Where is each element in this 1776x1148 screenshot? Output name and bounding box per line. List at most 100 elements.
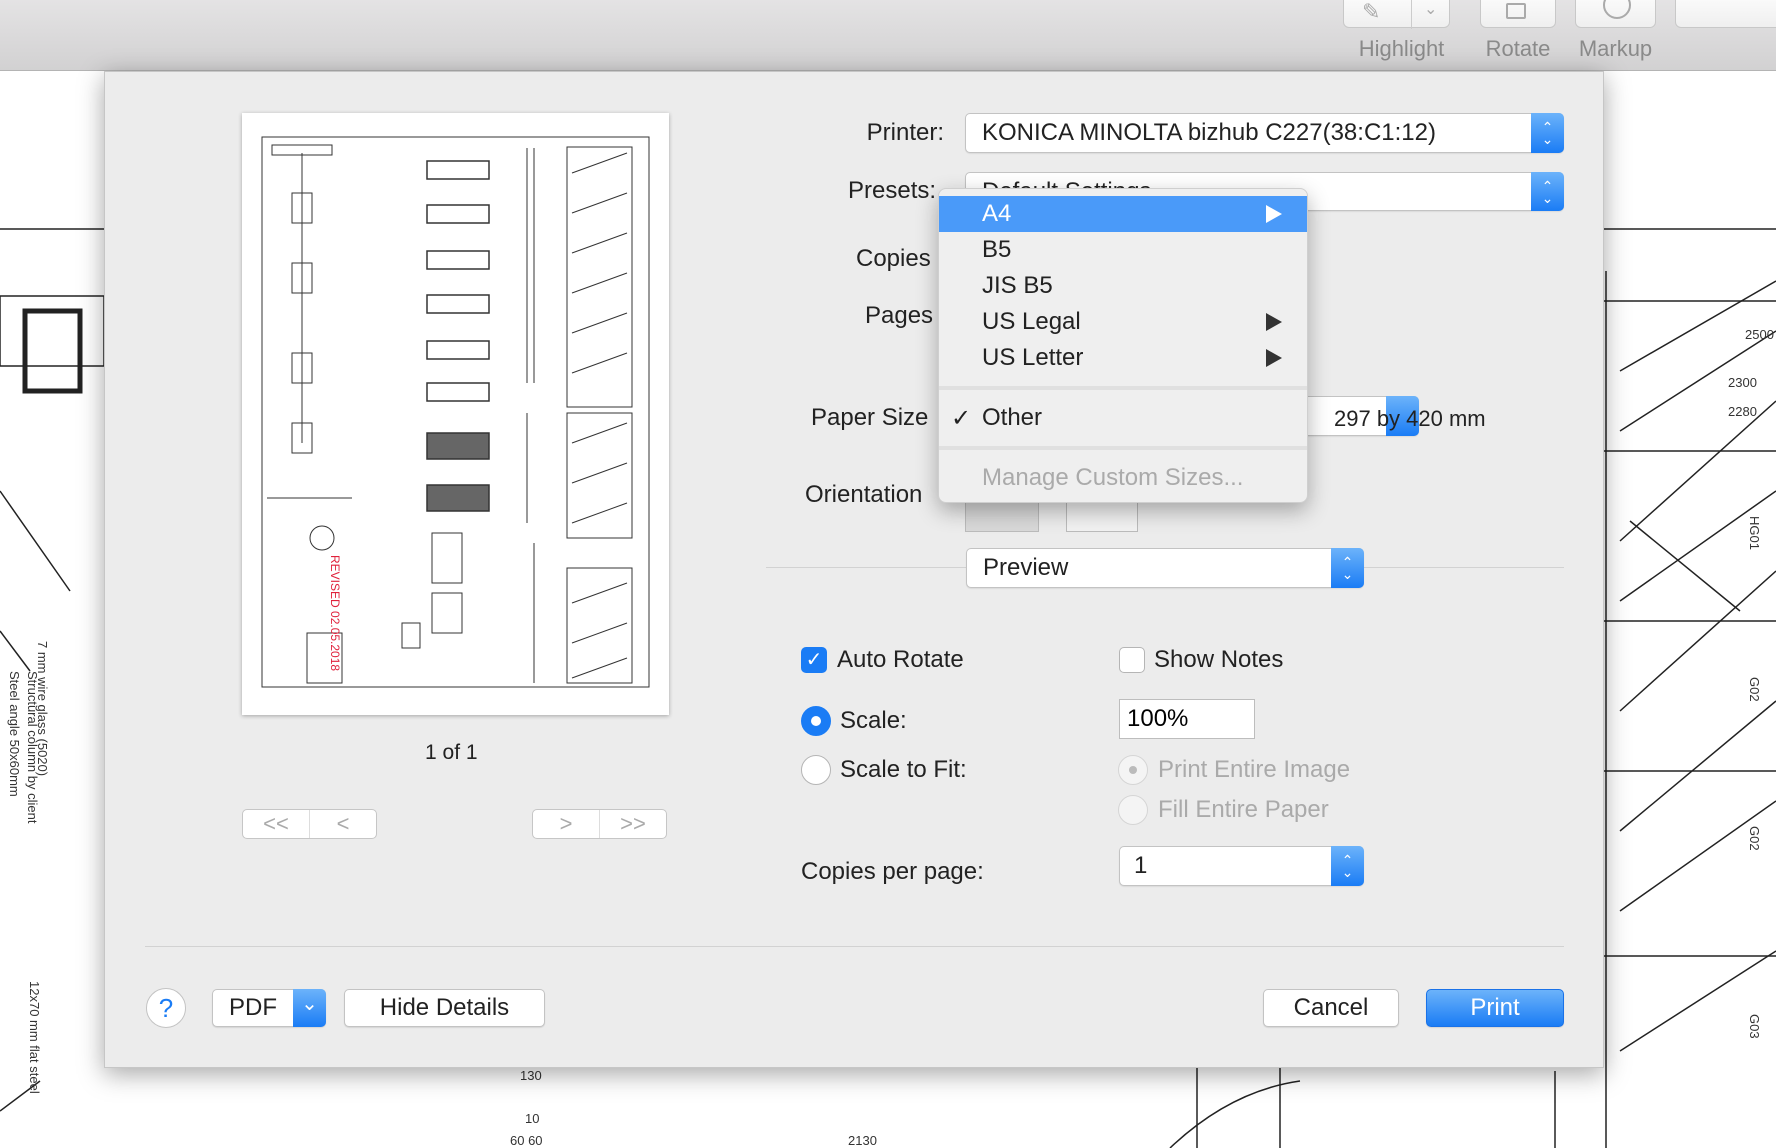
- printer-label: Printer:: [866, 119, 944, 146]
- preview-drawing-thumbnail: [261, 136, 650, 688]
- menu-item-label: US Legal: [982, 308, 1081, 335]
- previous-page-button[interactable]: <: [309, 810, 376, 838]
- section-select[interactable]: Preview ⌃ ⌄: [966, 548, 1364, 588]
- help-button[interactable]: ?: [146, 988, 186, 1028]
- scale-input[interactable]: [1119, 699, 1255, 739]
- revised-stamp: REVISED 02.05.2018: [328, 555, 342, 672]
- menu-separator: [939, 386, 1307, 390]
- chevron-down-icon: ⌄: [293, 989, 326, 1027]
- toolbar-button[interactable]: [1675, 0, 1776, 28]
- orientation-label: Orientation: [805, 481, 923, 508]
- menu-item-label: Manage Custom Sizes...: [982, 464, 1244, 491]
- drawing-label: Structural column by client: [25, 671, 40, 824]
- print-entire-image-radio[interactable]: [1118, 755, 1148, 785]
- scale-to-fit-radio[interactable]: [801, 755, 831, 785]
- copies-per-page-label: Copies per page:: [801, 858, 984, 885]
- pdf-label: PDF: [229, 994, 277, 1021]
- drawing-label: 130: [520, 1068, 542, 1083]
- auto-rotate-checkbox[interactable]: ✓: [801, 647, 827, 673]
- menu-item-manage-custom-sizes[interactable]: Manage Custom Sizes...: [939, 460, 1307, 496]
- page-preview: REVISED 02.05.2018: [242, 113, 669, 715]
- scale-to-fit-label: Scale to Fit:: [840, 756, 967, 783]
- print-button[interactable]: Print: [1426, 989, 1564, 1027]
- menu-item-label: B5: [982, 236, 1012, 263]
- drawing-label: Steel angle 50x60mm: [7, 671, 22, 797]
- printer-value: KONICA MINOLTA bizhub C227(38:C1:12): [982, 119, 1436, 146]
- preview-nav-forward: > >>: [532, 809, 667, 839]
- menu-item-label: A4: [982, 200, 1012, 227]
- menu-item-other[interactable]: ✓ Other: [939, 400, 1307, 436]
- drawing-label: G02: [1747, 826, 1762, 851]
- stepper-arrows-icon: ⌃ ⌄: [1331, 846, 1364, 886]
- page-indicator: 1 of 1: [425, 741, 478, 764]
- preview-nav-back: << <: [242, 809, 377, 839]
- rotate-icon: [1506, 3, 1526, 19]
- next-page-button[interactable]: >: [533, 810, 599, 838]
- markup-pen-icon: [1603, 0, 1631, 19]
- rotate-label: Rotate: [1485, 36, 1551, 61]
- submenu-arrow-icon: [1266, 349, 1282, 367]
- print-entire-image-label: Print Entire Image: [1158, 756, 1351, 783]
- menu-item-jis-b5[interactable]: JIS B5: [939, 268, 1307, 304]
- window-toolbar: ✎ ⌄ Highlight Rotate Markup: [0, 0, 1776, 71]
- fill-entire-paper-radio[interactable]: [1118, 795, 1148, 825]
- menu-item-b5[interactable]: B5: [939, 232, 1307, 268]
- drawing-label: 2130: [848, 1133, 877, 1148]
- pages-label: Pages: [865, 302, 934, 329]
- drawing-label: 2300: [1728, 375, 1757, 390]
- auto-rotate-label: Auto Rotate: [837, 646, 964, 673]
- paper-dimensions: 297 by 420 mm: [1334, 406, 1486, 431]
- paper-size-label: Paper Size: [811, 404, 929, 431]
- orientation-portrait-button[interactable]: [965, 499, 1039, 532]
- rotate-button[interactable]: [1480, 0, 1556, 28]
- markup-button[interactable]: [1575, 0, 1656, 28]
- hide-details-button[interactable]: Hide Details: [344, 989, 545, 1027]
- pdf-menu-button[interactable]: PDF ⌄: [212, 989, 326, 1027]
- chevron-down-icon[interactable]: ⌄: [1424, 0, 1437, 19]
- print-dialog: REVISED 02.05.2018 << < 1 of 1 > >> Prin…: [104, 71, 1604, 1068]
- drawing-label: 2500: [1745, 327, 1774, 342]
- markup-label: Markup: [1578, 36, 1653, 61]
- show-notes-checkbox[interactable]: [1119, 647, 1145, 673]
- menu-item-label: US Letter: [982, 344, 1084, 371]
- highlight-label: Highlight: [1358, 36, 1445, 61]
- menu-item-a4[interactable]: A4: [939, 196, 1307, 232]
- section-value: Preview: [983, 554, 1069, 581]
- drawing-label: 12x70 mm flat steel: [27, 981, 42, 1094]
- copies-label: Copies: [856, 245, 931, 272]
- drawing-label: G02: [1747, 677, 1762, 702]
- footer-divider: [145, 946, 1564, 947]
- scale-label: Scale:: [840, 707, 907, 734]
- highlighter-icon: ✎: [1362, 0, 1381, 24]
- highlight-button[interactable]: ✎ ⌄: [1343, 0, 1450, 29]
- cancel-button[interactable]: Cancel: [1263, 989, 1399, 1027]
- printer-select[interactable]: KONICA MINOLTA bizhub C227(38:C1:12) ⌃ ⌄: [965, 113, 1564, 153]
- last-page-button[interactable]: >>: [599, 810, 666, 838]
- orientation-landscape-button[interactable]: [1066, 499, 1138, 532]
- menu-separator: [939, 446, 1307, 450]
- drawing-label: G03: [1747, 1014, 1762, 1039]
- divider: [1411, 0, 1412, 29]
- submenu-arrow-icon: [1266, 205, 1282, 223]
- menu-item-us-legal[interactable]: US Legal: [939, 304, 1307, 340]
- drawing-label: 10: [525, 1111, 540, 1126]
- drawing-label: 2280: [1728, 404, 1757, 419]
- checkmark-icon: ✓: [951, 404, 972, 432]
- stepper-arrows-icon: ⌃ ⌄: [1531, 172, 1564, 211]
- show-notes-label: Show Notes: [1154, 646, 1284, 673]
- first-page-button[interactable]: <<: [243, 810, 309, 838]
- submenu-arrow-icon: [1266, 313, 1282, 331]
- menu-item-label: Other: [982, 404, 1043, 431]
- fill-entire-paper-label: Fill Entire Paper: [1158, 796, 1329, 823]
- menu-item-label: JIS B5: [982, 272, 1053, 299]
- stepper-arrows-icon: ⌃ ⌄: [1531, 113, 1564, 153]
- drawing-label: HG01: [1747, 516, 1762, 550]
- menu-item-us-letter[interactable]: US Letter: [939, 340, 1307, 376]
- stepper-arrows-icon: ⌃ ⌄: [1331, 548, 1364, 588]
- copies-per-page-select[interactable]: 1 ⌃ ⌄: [1119, 846, 1364, 886]
- copies-per-page-value: 1: [1134, 852, 1148, 879]
- paper-size-menu: A4 B5 JIS B5 US Legal US Letter ✓ Other M…: [938, 188, 1308, 503]
- drawing-label: 60 60: [510, 1133, 543, 1148]
- presets-label: Presets:: [848, 177, 937, 204]
- scale-radio[interactable]: [801, 706, 831, 736]
